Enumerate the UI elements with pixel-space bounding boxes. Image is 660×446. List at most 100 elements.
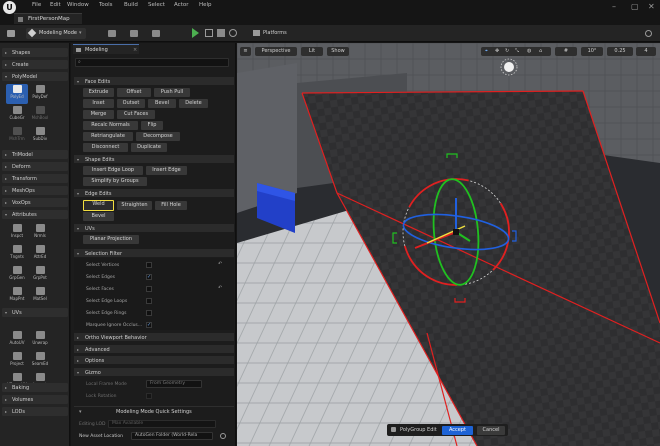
inset-button[interactable]: Inset — [83, 99, 114, 108]
grid-snap-button[interactable]: # — [555, 47, 577, 56]
section-advanced[interactable]: ▸ Advanced — [74, 345, 234, 353]
expand-arrow-icon[interactable]: ▾ — [79, 410, 82, 415]
category-polymodel[interactable]: ▾ PolyModel — [2, 72, 68, 81]
select-edge-rings-checkbox[interactable] — [146, 310, 152, 316]
insert-edge-loop-button[interactable]: Insert Edge Loop — [83, 166, 143, 175]
category-uvs[interactable]: ▾ UVs — [2, 308, 68, 317]
rotation-snap-button[interactable]: 10° — [581, 47, 603, 56]
stop-icon[interactable] — [217, 29, 225, 37]
tool-mappnt[interactable]: MapPnt — [6, 286, 28, 306]
menu-edit[interactable]: Edit — [50, 2, 61, 8]
merge-button[interactable]: Merge — [83, 110, 114, 119]
section-face-edits[interactable]: ▾ Face Edits — [74, 77, 234, 85]
tool-autouv[interactable]: AutoUV — [6, 330, 28, 350]
retriangulate-button[interactable]: Retriangulate — [83, 132, 133, 141]
fill-hole-button[interactable]: Fill Hole — [155, 201, 187, 210]
menu-help[interactable]: Help — [199, 2, 212, 8]
camera-speed-button[interactable]: 4 — [636, 47, 656, 56]
tool-grppnt[interactable]: GrpPnt — [29, 265, 51, 285]
platforms-button[interactable]: Platforms — [251, 28, 306, 39]
weld-button[interactable]: Weld — [83, 200, 114, 211]
menu-file[interactable]: File — [32, 2, 41, 8]
category-attributes[interactable]: ▾ Attributes — [2, 210, 68, 219]
outset-button[interactable]: Outset — [117, 99, 145, 108]
settings-icon[interactable] — [645, 30, 652, 37]
new-asset-location-dropdown[interactable]: AutoGen Folder (World-Rela — [131, 432, 213, 440]
editing-lod-dropdown[interactable]: Max Available — [108, 420, 216, 428]
simulate-icon[interactable] — [205, 29, 213, 37]
planar-projection-button[interactable]: Planar Projection — [83, 235, 139, 244]
details-search-input[interactable]: ⌕ — [75, 58, 229, 67]
section-options[interactable]: ▸ Options — [74, 356, 234, 364]
menu-build[interactable]: Build — [124, 2, 138, 8]
mode-selector[interactable]: Modeling Mode ▾ — [26, 28, 86, 39]
select-faces-checkbox[interactable] — [146, 286, 152, 292]
reset-arrow-icon[interactable]: ↶ — [218, 262, 222, 267]
category-voxops[interactable]: ▸ VoxOps — [2, 198, 68, 207]
perspective-button[interactable]: Perspective — [255, 47, 297, 56]
category-transform[interactable]: ▸ Transform — [2, 174, 68, 183]
rotate-icon[interactable]: ↻ — [505, 49, 509, 54]
section-edge-edits[interactable]: ▾ Edge Edits — [74, 189, 234, 197]
push-pull-button[interactable]: Push Pull — [154, 88, 190, 97]
straighten-button[interactable]: Straighten — [117, 201, 152, 210]
category-lods[interactable]: ▸ LODs — [2, 407, 68, 416]
translate-icon[interactable]: ✥ — [495, 49, 499, 54]
flip-button[interactable]: Flip — [141, 121, 163, 130]
surface-snap-icon[interactable]: ⌂ — [539, 49, 542, 54]
category-deform[interactable]: ▸ Deform — [2, 162, 68, 171]
accept-button[interactable]: Accept — [442, 425, 473, 435]
save-icon[interactable] — [7, 30, 15, 37]
add-content-icon[interactable] — [108, 30, 116, 37]
tool-mshbool[interactable]: MshBool — [29, 105, 51, 125]
reset-arrow-icon[interactable]: ↶ — [218, 286, 222, 291]
modeling-tab[interactable]: Modeling × — [73, 44, 139, 54]
lit-button[interactable]: Lit — [301, 47, 323, 56]
tool-tngnts[interactable]: Tngnts — [6, 244, 28, 264]
menu-tools[interactable]: Tools — [99, 2, 113, 8]
recalc-normals-button[interactable]: Recalc Normals — [83, 121, 138, 130]
tool-mshtrm[interactable]: MshTrm — [6, 126, 28, 146]
decompose-button[interactable]: Decompose — [136, 132, 180, 141]
show-button[interactable]: Show — [327, 47, 349, 56]
menu-select[interactable]: Select — [148, 2, 165, 8]
section-uvs[interactable]: ▾ UVs — [74, 224, 234, 232]
maximize-icon[interactable]: ▢ — [631, 2, 639, 11]
menu-actor[interactable]: Actor — [174, 2, 188, 8]
play-icon[interactable] — [192, 28, 199, 38]
close-icon[interactable]: ✕ — [648, 2, 655, 11]
scale-snap-button[interactable]: 0.25 — [607, 47, 633, 56]
tool-cubegr[interactable]: CubeGr — [6, 105, 28, 125]
category-volumes[interactable]: ▸ Volumes — [2, 395, 68, 404]
delete-button[interactable]: Delete — [179, 99, 208, 108]
local-frame-mode-dropdown[interactable]: From Geometry — [146, 380, 202, 388]
section-gizmo[interactable]: ▾ Gizmo — [74, 368, 234, 376]
extrude-button[interactable]: Extrude — [83, 88, 114, 97]
category-create[interactable]: ▸ Create — [2, 60, 68, 69]
select-edges-checkbox[interactable]: ✓ — [146, 274, 152, 280]
category-baking[interactable]: ▸ Baking — [2, 383, 68, 392]
world-space-icon[interactable]: ◍ — [527, 49, 531, 54]
insert-edge-button[interactable]: Insert Edge — [146, 166, 187, 175]
category-trimodel[interactable]: ▸ TriModel — [2, 150, 68, 159]
tool-project[interactable]: Project — [6, 351, 28, 371]
select-edge-loops-checkbox[interactable] — [146, 298, 152, 304]
level-tab[interactable]: FirstPersonMap — [14, 13, 82, 24]
select-mode-icon[interactable]: ⌖ — [485, 49, 488, 54]
tool-inspct[interactable]: Inspct — [6, 223, 28, 243]
tool-grpgen[interactable]: GrpGen — [6, 265, 28, 285]
bevel-edge-button[interactable]: Bevel — [83, 212, 114, 221]
tool-unwrap[interactable]: Unwrap — [29, 330, 51, 350]
tool-attred[interactable]: AttrEd — [29, 244, 51, 264]
cancel-button[interactable]: Cancel — [477, 425, 505, 435]
close-tab-icon[interactable]: × — [133, 48, 137, 53]
minimize-icon[interactable]: – — [612, 2, 616, 11]
viewport-menu-button[interactable]: ≡ — [240, 47, 251, 56]
tool-nrmls[interactable]: Nrmls — [29, 223, 51, 243]
category-shapes[interactable]: ▸ Shapes — [2, 48, 68, 57]
menu-window[interactable]: Window — [67, 2, 89, 8]
scale-icon[interactable]: ⤡ — [515, 49, 519, 54]
tool-polyed[interactable]: PolyEd — [6, 84, 28, 104]
cut-faces-button[interactable]: Cut Faces — [117, 110, 155, 119]
section-selection-filter[interactable]: ▾ Selection Filter — [74, 249, 234, 257]
